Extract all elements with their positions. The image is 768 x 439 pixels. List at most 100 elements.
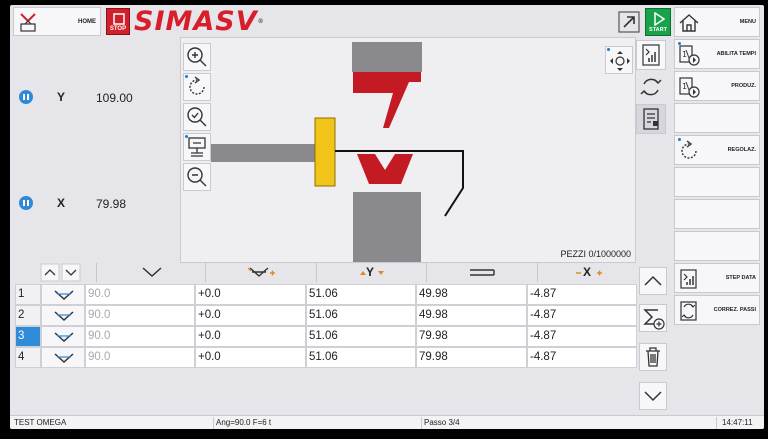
sidebar-item-step-data[interactable]: STEP DATA	[674, 263, 760, 293]
status-step: Passo 3/4	[424, 418, 460, 427]
rotate-icon	[189, 76, 205, 95]
status-divider	[213, 417, 214, 429]
bend-v-icon	[54, 332, 74, 343]
bend-steps-table: Y X 1 90.0 +0.0 51.06 49.98 -4.87 2 90.0…	[15, 263, 637, 371]
angle-correction-cell[interactable]: +0.0	[195, 347, 306, 368]
home-button-label: HOME	[78, 19, 96, 25]
machine-home-icon	[20, 13, 36, 32]
pieces-counter: PEZZI 0/1000000	[560, 249, 631, 259]
delete-step-button[interactable]	[639, 343, 667, 371]
axis-y-value: 109.00	[96, 91, 133, 105]
pan-arrows-icon	[610, 51, 630, 71]
machine-view-icon	[188, 137, 206, 157]
sidebar-item-empty[interactable]	[674, 167, 760, 197]
scroll-down-button[interactable]	[639, 382, 667, 410]
y-header-label: Y	[366, 265, 375, 279]
step-chart-button[interactable]	[636, 40, 666, 70]
status-bar: TEST OMEGA Ang=90.0 F=6 t Passo 3/4 14:4…	[10, 415, 764, 429]
expand-icon	[618, 11, 640, 33]
table-header: Y X	[15, 263, 637, 282]
sidebar-item-empty[interactable]	[674, 231, 760, 261]
table-row[interactable]: 1 90.0 +0.0 51.06 49.98 -4.87	[15, 284, 637, 305]
scroll-up-button[interactable]	[639, 267, 667, 295]
home-button[interactable]: HOME	[13, 7, 101, 36]
brand-logo-text: SIMASV	[134, 6, 258, 37]
bend-v-icon	[54, 311, 74, 322]
axis-x-value: 79.98	[96, 197, 127, 211]
angle-cell[interactable]: 90.0	[85, 326, 195, 347]
bend-type-cell[interactable]	[41, 326, 85, 347]
expand-button[interactable]	[616, 9, 642, 35]
sidebar-item-menu[interactable]: MENU	[674, 7, 760, 37]
table-row[interactable]: 4 90.0 +0.0 51.06 79.98 -4.87	[15, 347, 637, 368]
zoom-reset-icon	[187, 107, 207, 127]
refresh-button[interactable]	[636, 72, 666, 102]
zoom-in-button[interactable]	[183, 43, 211, 71]
bend-type-cell[interactable]	[41, 347, 85, 368]
refresh-icon	[640, 78, 662, 96]
trash-icon	[646, 347, 660, 367]
pan-button[interactable]	[605, 46, 633, 74]
stop-button[interactable]: STOP	[106, 8, 130, 35]
header-angle-correction	[205, 263, 316, 282]
table-row[interactable]: 2 90.0 +0.0 51.06 49.98 -4.87	[15, 305, 637, 326]
program-list-button[interactable]	[636, 104, 666, 134]
zoom-reset-button[interactable]	[183, 103, 211, 131]
bending-viewport[interactable]: PEZZI 0/1000000	[180, 37, 636, 263]
angle-cell[interactable]: 90.0	[85, 305, 195, 326]
sort-down-button[interactable]	[61, 263, 81, 282]
add-step-button[interactable]	[639, 304, 667, 332]
y-cell[interactable]: 51.06	[306, 305, 416, 326]
sidebar-item-label: MENU	[739, 19, 756, 25]
zoom-out-icon	[187, 167, 207, 187]
flange-cell[interactable]: 79.98	[416, 326, 527, 347]
flange-cell[interactable]: 49.98	[416, 305, 527, 326]
sidebar-item-empty[interactable]	[674, 103, 760, 133]
machine-view-button[interactable]	[183, 133, 211, 161]
angle-cell[interactable]: 90.0	[85, 284, 195, 305]
chevron-down-icon	[61, 263, 81, 282]
sidebar-item-empty[interactable]	[674, 199, 760, 229]
play-icon	[654, 12, 665, 26]
axis-x-name: X	[57, 196, 66, 210]
sidebar-item-regolaz[interactable]: REGOLAZ.	[674, 135, 760, 165]
header-x: X	[537, 263, 637, 282]
header-angle	[96, 263, 205, 282]
axis-x-pause-icon[interactable]	[19, 196, 33, 210]
rotate-view-button[interactable]	[183, 73, 211, 101]
bend-type-cell[interactable]	[41, 305, 85, 326]
flange-cell[interactable]: 49.98	[416, 284, 527, 305]
sidebar-item-correz-passi[interactable]: CORREZ. PASSI	[674, 295, 760, 325]
x-cell[interactable]: -4.87	[527, 347, 637, 368]
x-cell[interactable]: -4.87	[527, 326, 637, 347]
angle-correction-cell[interactable]: +0.0	[195, 326, 306, 347]
angle-correction-cell[interactable]: +0.0	[195, 305, 306, 326]
sidebar-item-produz[interactable]: 1 PRODUZ.	[674, 71, 760, 101]
axis-y-pause-icon[interactable]	[19, 90, 33, 104]
x-cell[interactable]: -4.87	[527, 305, 637, 326]
sum-add-icon	[643, 309, 665, 330]
y-cell[interactable]: 51.06	[306, 347, 416, 368]
y-cell[interactable]: 51.06	[306, 284, 416, 305]
flange-cell[interactable]: 79.98	[416, 347, 527, 368]
status-angle-force: Ang=90.0 F=6 t	[216, 418, 272, 427]
sidebar-item-abilita-tempi[interactable]: 1 ABILITA TEMPI	[674, 39, 760, 69]
angle-cell[interactable]: 90.0	[85, 347, 195, 368]
chevron-down-icon	[644, 391, 662, 402]
x-cell[interactable]: -4.87	[527, 284, 637, 305]
step-chart-icon	[642, 44, 660, 66]
angle-correction-cell[interactable]: +0.0	[195, 284, 306, 305]
start-button[interactable]: START	[645, 8, 671, 36]
y-cell[interactable]: 51.06	[306, 326, 416, 347]
adjust-rotate-icon	[681, 140, 697, 159]
header-y: Y	[316, 263, 426, 282]
status-divider	[421, 417, 422, 429]
status-program: TEST OMEGA	[14, 418, 67, 427]
bend-type-cell[interactable]	[41, 284, 85, 305]
sort-up-button[interactable]	[40, 263, 60, 282]
sidebar-item-label: STEP DATA	[725, 275, 756, 281]
chevron-up-icon	[40, 263, 60, 282]
table-row-selected[interactable]: 3 90.0 +0.0 51.06 79.98 -4.87	[15, 326, 637, 347]
zoom-out-button[interactable]	[183, 163, 211, 191]
machine-screen: HOME STOP SIMASV® START MENU 1 ABILITA T…	[10, 5, 764, 429]
